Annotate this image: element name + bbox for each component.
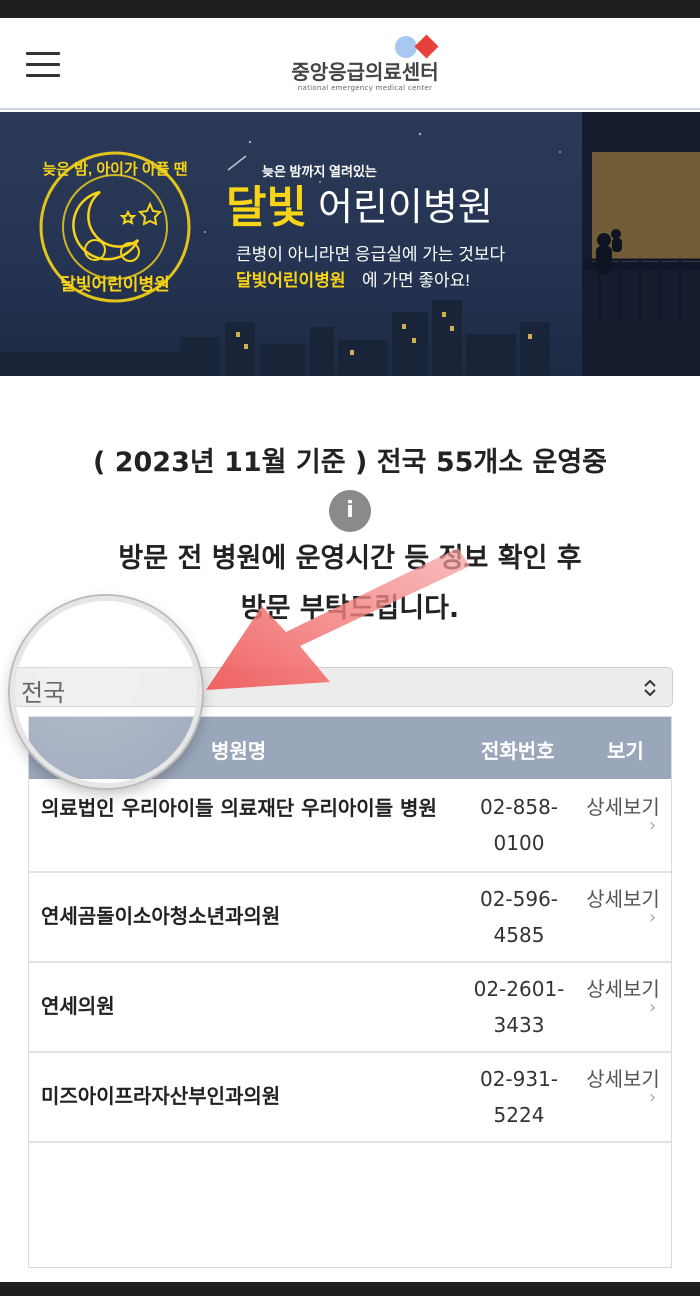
- banner-desc-highlight: 달빛어린이병원: [236, 270, 345, 290]
- header: 중앙응급의료센터 national emergency medical cent…: [0, 18, 700, 110]
- visit-notice-line1: 방문 전 병원에 운영시간 등 정보 확인 후: [118, 543, 582, 574]
- banner-desc-rest: 에 가면 좋아요!: [362, 271, 470, 290]
- banner-desc-line1: 큰병이 아니라면 응급실에 가는 것보다: [236, 245, 505, 264]
- logo[interactable]: 중앙응급의료센터 national emergency medical cent…: [280, 34, 450, 98]
- chevron-right-icon: ›: [649, 997, 657, 1018]
- badge-text-top: 늦은 밤, 아이가 아플 땐: [42, 160, 187, 178]
- table-row[interactable]: 미즈아이프라자산부인과의원 02-931-5224 상세보기 ›: [29, 1053, 671, 1143]
- banner-tagline: 늦은 밤까지 열려있는: [262, 164, 377, 179]
- chevron-right-icon: ›: [649, 907, 657, 928]
- region-select-value: 전국: [21, 679, 66, 707]
- visit-notice-line2: 방문 부탁드립니다.: [240, 593, 460, 624]
- table-row[interactable]: 연세의원 02-2601-3433 상세보기 ›: [29, 963, 671, 1053]
- status-bar: [0, 0, 700, 18]
- hospital-phone: 02-596-4585: [479, 887, 559, 947]
- header-phone: 전화번호: [481, 739, 555, 763]
- hospital-name: 미즈아이프라자산부인과의원: [41, 1084, 281, 1108]
- logo-subtitle: national emergency medical center: [297, 84, 433, 92]
- page: { "header": { "logo_title": "중앙응급의료센터", …: [0, 0, 700, 1296]
- hospital-name: 연세곰돌이소아청소년과의원: [41, 904, 281, 928]
- table-row[interactable]: 의료법인 우리아이들 의료재단 우리아이들 병원 02-858-0100 상세보…: [29, 779, 671, 873]
- chevron-right-icon: ›: [649, 815, 657, 836]
- operating-count-notice: ( 2023년 11월 기준 ) 전국 55개소 운영중: [92, 447, 607, 478]
- banner-title-highlight: 달빛: [226, 183, 307, 232]
- banner-artwork: 늦은 밤, 아이가 아플 땐 달빛어린이병원 늦은 밤까지 열려있는 달빛 어린…: [0, 112, 700, 376]
- select-arrows-icon: [644, 679, 656, 697]
- hospital-phone: 02-931-5224: [479, 1067, 559, 1127]
- badge-text-bottom: 달빛어린이병원: [60, 274, 169, 294]
- logo-title: 중앙응급의료센터: [291, 60, 439, 84]
- header-view: 보기: [607, 739, 644, 763]
- banner-title-rest: 어린이병원: [318, 187, 493, 229]
- hospital-table: 병원명 전화번호 보기 의료법인 우리아이들 의료재단 우리아이들 병원 02-…: [28, 716, 672, 1268]
- hospital-name: 연세의원: [41, 994, 115, 1018]
- hospital-phone: 02-2601-3433: [473, 977, 565, 1037]
- table-row[interactable]: 연세곰돌이소아청소년과의원 02-596-4585 상세보기 ›: [29, 873, 671, 963]
- hamburger-menu-icon[interactable]: [26, 50, 62, 78]
- moonlight-hospital-banner[interactable]: 늦은 밤, 아이가 아플 땐 달빛어린이병원 늦은 밤까지 열려있는 달빛 어린…: [0, 112, 700, 376]
- navigation-bar: [0, 1282, 700, 1296]
- info-icon[interactable]: i: [329, 490, 371, 532]
- hospital-phone: 02-858-0100: [479, 795, 559, 855]
- table-header: 병원명 전화번호 보기: [29, 717, 671, 779]
- header-hospital-name: 병원명: [211, 739, 267, 763]
- hospital-name: 의료법인 우리아이들 의료재단 우리아이들 병원: [41, 796, 437, 820]
- region-select[interactable]: 전국: [14, 667, 673, 707]
- chevron-right-icon: ›: [649, 1087, 657, 1108]
